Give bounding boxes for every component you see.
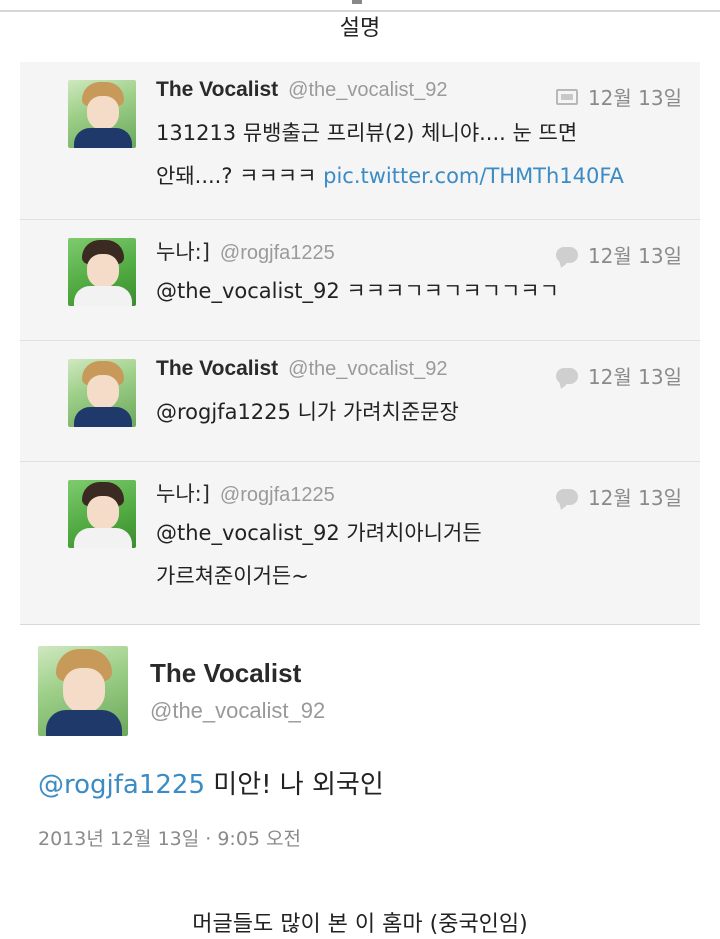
thread-tweet-4[interactable]: 누나:] @rogjfa1225 12월 13일 @the_vocalist_9… [20,462,700,625]
avatar[interactable] [68,480,136,548]
avatar[interactable] [38,646,128,736]
tweet-text: @rogjfa1225 니가 가려치준문장 [156,391,682,434]
tweet-text-line: @the_vocalist_92 ㅋㅋㅋㄱㅋㄱㅋㄱㄱㅋㄱ [156,279,559,303]
caption-top: 설명 [339,16,381,41]
reply-icon [555,246,578,263]
display-name[interactable]: The Vocalist [156,357,278,381]
avatar[interactable] [68,238,136,306]
tweet-text: 131213 뮤뱅출근 프리뷰(2) 체니야.... 눈 뜨면 안돼....? … [156,112,682,198]
reply-icon [555,367,578,384]
tweet-text-line: @rogjfa1225 니가 가려치준문장 [156,400,459,424]
display-name[interactable]: 누나:] [156,478,210,508]
tweet-text-line: @the_vocalist_92 가려치아니거든 [156,521,482,545]
tweet-text-line: 131213 뮤뱅출근 프리뷰(2) 체니야.... 눈 뜨면 [156,121,578,145]
tweet-date: 12월 13일 [587,244,682,268]
tweet-text: @the_vocalist_92 ㅋㅋㅋㄱㅋㄱㅋㄱㄱㅋㄱ [156,270,682,313]
user-handle[interactable]: @the_vocalist_92 [288,79,447,102]
avatar[interactable] [68,359,136,427]
user-handle[interactable]: @the_vocalist_92 [150,698,325,724]
conversation-thread: The Vocalist @the_vocalist_92 12월 13일 13… [20,62,700,625]
caption-bottom: 머글들도 많이 본 이 홈마 (중국인임) [192,912,528,937]
tweet-text: @the_vocalist_92 가려치아니거든 가르쳐준이거든~ [156,512,682,598]
user-handle[interactable]: @rogjfa1225 [220,242,335,265]
tweet-date: 12월 13일 [587,365,682,389]
thread-tweet-1[interactable]: The Vocalist @the_vocalist_92 12월 13일 13… [20,62,700,220]
tweet-text-line: 가르쳐준이거든~ [156,564,309,588]
display-name[interactable]: The Vocalist [150,658,301,689]
tweet-date: 12월 13일 [587,86,682,110]
reply-icon [555,488,578,505]
display-name[interactable]: 누나:] [156,236,210,266]
tweet-body: 미안! 나 외국인 [205,770,384,800]
user-handle[interactable]: @rogjfa1225 [220,484,335,507]
pic-link[interactable]: pic.twitter.com/THMTh140FA [323,164,624,188]
tweet-timestamp[interactable]: 2013년 12월 13일 · 9:05 오전 [38,824,301,851]
tweet-date: 12월 13일 [587,486,682,510]
user-handle[interactable]: @the_vocalist_92 [288,358,447,381]
mention-link[interactable]: @rogjfa1225 [38,770,205,800]
display-name[interactable]: The Vocalist [156,78,278,102]
tweet-text: @rogjfa1225 미안! 나 외국인 [38,764,384,801]
scroll-indicator [352,0,362,4]
tweet-text-line: 안돼....? ㅋㅋㅋㅋ [156,164,324,188]
thread-tweet-2[interactable]: 누나:] @rogjfa1225 12월 13일 @the_vocalist_9… [20,220,700,341]
thread-tweet-3[interactable]: The Vocalist @the_vocalist_92 12월 13일 @r… [20,341,700,462]
avatar[interactable] [68,80,136,148]
media-icon [555,88,578,105]
